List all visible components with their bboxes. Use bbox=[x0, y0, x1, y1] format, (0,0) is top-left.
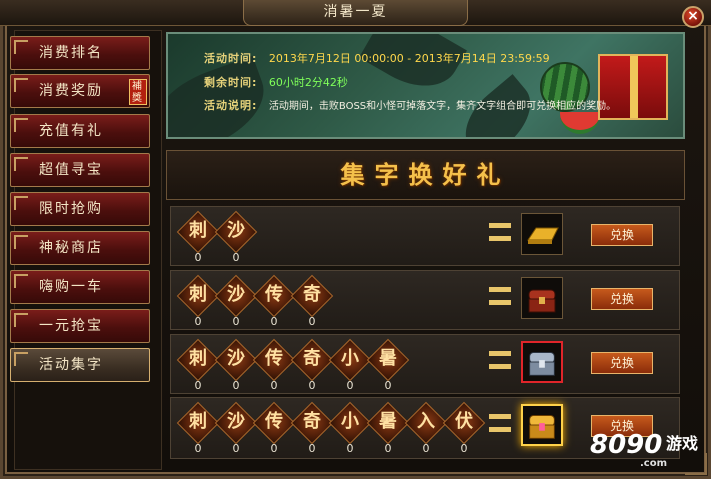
exchange-row: 刺 0 沙 0 传 0 奇 0 小 0 暑 0 兑换 bbox=[170, 334, 680, 394]
char-count: 0 bbox=[346, 379, 354, 392]
redeem-button[interactable]: 兑换 bbox=[591, 224, 653, 246]
remaining-time-label: 剩余时间: bbox=[204, 76, 258, 89]
sidebar-item-treasure[interactable]: 超值寻宝 bbox=[10, 153, 150, 187]
char-label: 刺 bbox=[189, 284, 207, 305]
char-count: 0 bbox=[270, 379, 278, 392]
site-watermark-logo: 8090 游戏 .com bbox=[590, 428, 708, 474]
char-label: 暑 bbox=[379, 348, 397, 369]
char-count: 0 bbox=[308, 379, 316, 392]
char-count: 0 bbox=[194, 315, 202, 328]
char-label: 沙 bbox=[227, 220, 245, 241]
sidebar-item-mystery-shop[interactable]: 神秘商店 bbox=[10, 231, 150, 265]
sidebar-item-label: 神秘商店 bbox=[39, 240, 103, 256]
char-label: 刺 bbox=[189, 220, 207, 241]
char-label: 刺 bbox=[189, 411, 207, 432]
sidebar-item-one-yuan[interactable]: 一元抢宝 bbox=[10, 309, 150, 343]
silver-chest-icon[interactable] bbox=[521, 341, 563, 383]
remaining-time-value: 60小时2分42秒 bbox=[268, 76, 348, 89]
sidebar-item-label: 超值寻宝 bbox=[39, 162, 103, 178]
char-count: 0 bbox=[232, 379, 240, 392]
char-label: 入 bbox=[417, 411, 435, 432]
char-label: 奇 bbox=[303, 411, 321, 432]
char-label: 传 bbox=[265, 348, 283, 369]
redeem-button[interactable]: 兑换 bbox=[591, 352, 653, 374]
close-button[interactable]: × bbox=[682, 6, 704, 28]
char-count: 0 bbox=[194, 379, 202, 392]
sidebar-item-label: 充值有礼 bbox=[39, 123, 103, 139]
event-time-value: 2013年7月12日 00:00:00 - 2013年7月14日 23:59:5… bbox=[268, 52, 550, 65]
sidebar-item-label: 一元抢宝 bbox=[39, 318, 103, 334]
window-title: 消暑一夏 bbox=[243, 0, 468, 26]
event-banner: 活动时间: 2013年7月12日 00:00:00 - 2013年7月14日 2… bbox=[166, 32, 685, 139]
char-count: 0 bbox=[232, 315, 240, 328]
char-label: 小 bbox=[341, 348, 359, 369]
char-label: 沙 bbox=[227, 348, 245, 369]
char-label: 沙 bbox=[227, 284, 245, 305]
event-time-label: 活动时间: bbox=[204, 52, 258, 65]
char-count: 0 bbox=[232, 442, 240, 455]
char-count: 0 bbox=[308, 442, 316, 455]
sidebar-item-label: 活动集字 bbox=[39, 357, 103, 373]
sidebar-item-label: 嗨购一车 bbox=[39, 279, 103, 295]
watermark-number: 8090 bbox=[590, 430, 663, 460]
char-count: 0 bbox=[194, 442, 202, 455]
char-label: 奇 bbox=[303, 348, 321, 369]
watermark-text: 游戏 bbox=[666, 434, 699, 453]
event-desc-label: 活动说明: bbox=[204, 99, 258, 112]
exchange-row: 刺 0 沙 0 兑换 bbox=[170, 206, 680, 266]
section-header: 集字换好礼 bbox=[166, 150, 685, 200]
remaining-time-row: 剩余时间: 60小时2分42秒 bbox=[204, 74, 348, 90]
char-count: 0 bbox=[308, 315, 316, 328]
red-chest-icon[interactable] bbox=[521, 277, 563, 319]
equals-icon bbox=[489, 287, 511, 305]
char-label: 传 bbox=[265, 284, 283, 305]
gold-chest-icon[interactable] bbox=[521, 404, 563, 446]
sidebar-item-label: 消费排名 bbox=[39, 45, 103, 61]
char-label: 伏 bbox=[455, 411, 473, 432]
leaf-decoration bbox=[359, 34, 467, 103]
char-label: 刺 bbox=[189, 348, 207, 369]
sidebar-item-consume-rank[interactable]: 消费排名 bbox=[10, 36, 150, 70]
watermark-domain: .com bbox=[640, 458, 668, 469]
sidebar-item-consume-reward[interactable]: 消费奖励 補獎 bbox=[10, 74, 150, 108]
char-label: 沙 bbox=[227, 411, 245, 432]
sidebar-item-shopping-cart[interactable]: 嗨购一车 bbox=[10, 270, 150, 304]
sidebar-item-label: 消费奖励 bbox=[39, 83, 103, 99]
char-count: 0 bbox=[346, 442, 354, 455]
char-count: 0 bbox=[422, 442, 430, 455]
char-count: 0 bbox=[232, 251, 240, 264]
char-count: 0 bbox=[270, 315, 278, 328]
event-desc-value: 活动期间，击败BOSS和小怪可掉落文字，集齐文字组合即可兑换相应的奖励。 bbox=[268, 101, 617, 112]
event-time-row: 活动时间: 2013年7月12日 00:00:00 - 2013年7月14日 2… bbox=[204, 50, 550, 66]
redeem-button[interactable]: 兑换 bbox=[591, 288, 653, 310]
sidebar-item-collect-words[interactable]: 活动集字 bbox=[10, 348, 150, 382]
char-label: 暑 bbox=[379, 411, 397, 432]
char-label: 传 bbox=[265, 411, 283, 432]
equals-icon bbox=[489, 414, 511, 432]
sidebar-item-label: 限时抢购 bbox=[39, 201, 103, 217]
gold-bar-icon[interactable] bbox=[521, 213, 563, 255]
char-count: 0 bbox=[460, 442, 468, 455]
exchange-row: 刺 0 沙 0 传 0 奇 0 兑换 bbox=[170, 270, 680, 330]
char-label: 小 bbox=[341, 411, 359, 432]
event-desc-row: 活动说明: 活动期间，击败BOSS和小怪可掉落文字，集齐文字组合即可兑换相应的奖… bbox=[204, 97, 616, 113]
char-count: 0 bbox=[270, 442, 278, 455]
char-label: 奇 bbox=[303, 284, 321, 305]
section-title: 集字换好礼 bbox=[340, 160, 511, 189]
equals-icon bbox=[489, 351, 511, 369]
char-count: 0 bbox=[384, 442, 392, 455]
equals-icon bbox=[489, 223, 511, 241]
reward-badge: 補獎 bbox=[129, 79, 147, 105]
sidebar-item-flash-sale[interactable]: 限时抢购 bbox=[10, 192, 150, 226]
sidebar-item-recharge[interactable]: 充值有礼 bbox=[10, 114, 150, 148]
char-count: 0 bbox=[384, 379, 392, 392]
watermelon-slice-icon bbox=[560, 112, 600, 134]
char-count: 0 bbox=[194, 251, 202, 264]
